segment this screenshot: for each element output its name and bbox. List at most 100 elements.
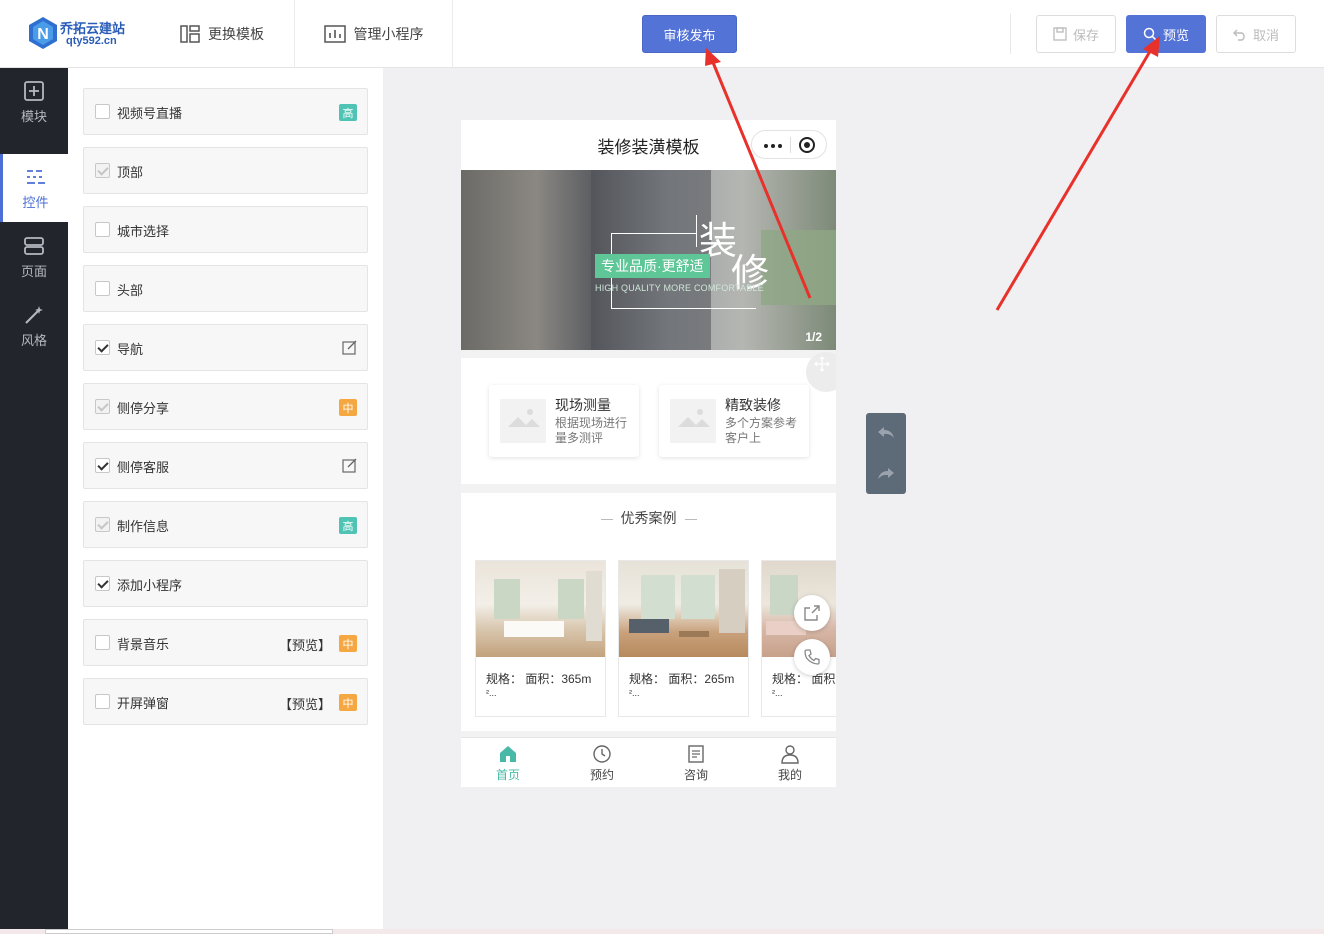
control-checkbox	[95, 399, 110, 414]
control-checkbox[interactable]	[95, 694, 110, 709]
preview-label: 预览	[1162, 27, 1189, 43]
cancel-label: 取消	[1252, 27, 1279, 43]
change-template-button[interactable]: 更换模板	[150, 0, 295, 68]
control-side-service[interactable]: 侧停客服	[83, 442, 368, 489]
level-badge-high: 高	[339, 517, 357, 534]
tab-mine[interactable]: 我的	[743, 738, 836, 787]
rail-label-pages: 页面	[20, 263, 47, 279]
control-city-select[interactable]: 城市选择	[83, 206, 368, 253]
control-checkbox	[95, 163, 110, 178]
share-float-button[interactable]	[794, 595, 830, 631]
control-checkbox[interactable]	[95, 576, 110, 591]
banner-subtitle: HIGH QUALITY MORE COMFORTABLE	[595, 283, 764, 293]
service-card[interactable]: 精致装修 多个方案参考客户上	[659, 385, 809, 457]
cases-section-title: 优秀案例	[461, 508, 836, 528]
control-checkbox[interactable]	[95, 104, 110, 119]
image-placeholder-icon	[500, 399, 546, 443]
preview-button[interactable]: 预览	[1126, 15, 1206, 53]
control-label: 城市选择	[117, 224, 170, 239]
preview-link[interactable]: 【预览】	[279, 694, 331, 713]
rail-item-style[interactable]: 风格	[0, 292, 68, 360]
rail-item-controls[interactable]: 控件	[0, 154, 68, 222]
control-label: 背景音乐	[117, 637, 170, 652]
section-divider	[461, 350, 836, 358]
bottom-scrollbar[interactable]	[0, 929, 1324, 934]
case-spec: 规格： 面积：265m	[629, 672, 735, 686]
more-icon[interactable]	[764, 144, 782, 148]
control-header[interactable]: 头部	[83, 265, 368, 312]
cancel-button[interactable]: 取消	[1216, 15, 1296, 53]
miniprogram-capsule[interactable]	[751, 130, 827, 159]
control-splash-popup[interactable]: 开屏弹窗 【预览】 中	[83, 678, 368, 725]
level-badge-high: 高	[339, 104, 357, 121]
tab-home[interactable]: 首页	[461, 738, 555, 787]
edit-icon[interactable]	[342, 340, 357, 355]
control-checkbox[interactable]	[95, 458, 110, 473]
rail-label-controls: 控件	[22, 194, 49, 210]
control-checkbox[interactable]	[95, 635, 110, 650]
document-icon	[688, 744, 704, 763]
tab-consult[interactable]: 咨询	[649, 738, 743, 787]
user-icon	[781, 744, 799, 764]
level-badge-mid: 中	[339, 635, 357, 652]
control-checkbox[interactable]	[95, 281, 110, 296]
redo-arrow-icon	[878, 468, 894, 479]
phone-icon	[804, 649, 820, 665]
move-handle-icon[interactable]	[806, 352, 836, 392]
phone-call-float-button[interactable]	[794, 639, 830, 675]
control-checkbox[interactable]	[95, 340, 110, 355]
tab-bar: 首页 预约 咨询 我的	[461, 737, 836, 787]
case-card[interactable]: 规格： 面积：365m ²...	[475, 560, 606, 717]
sliders-icon	[26, 169, 45, 184]
level-badge-mid: 中	[339, 694, 357, 711]
control-navigation[interactable]: 导航	[83, 324, 368, 371]
edit-icon[interactable]	[342, 458, 357, 473]
image-placeholder-icon	[670, 399, 716, 443]
level-badge-mid: 中	[339, 399, 357, 416]
rail-item-modules[interactable]: 模块	[0, 68, 68, 136]
control-top[interactable]: 顶部	[83, 147, 368, 194]
save-icon	[1053, 27, 1067, 41]
control-maker-info[interactable]: 制作信息 高	[83, 501, 368, 548]
service-card[interactable]: 现场测量 根据现场进行量多测评	[489, 385, 639, 457]
manage-miniprogram-button[interactable]: 管理小程序	[295, 0, 453, 68]
home-icon	[500, 745, 516, 762]
case-card[interactable]: 规格： 面积：265m ²...	[618, 560, 749, 717]
service-desc: 多个方案参考客户上	[725, 416, 798, 445]
case-card[interactable]: 规格： 面积 ²...	[761, 560, 836, 717]
page-layers-icon	[24, 236, 44, 255]
close-target-icon[interactable]	[799, 137, 815, 153]
svg-text:N: N	[37, 26, 49, 43]
control-label: 顶部	[117, 165, 144, 180]
toolbar-divider	[1010, 14, 1011, 54]
logo[interactable]: N 乔拓云建站 qty592.cn	[28, 16, 128, 52]
control-checkbox[interactable]	[95, 222, 110, 237]
tab-label: 预约	[589, 767, 614, 782]
publish-button[interactable]: 审核发布	[642, 15, 737, 53]
rail-label-modules: 模块	[20, 108, 47, 124]
control-side-share[interactable]: 侧停分享 中	[83, 383, 368, 430]
redo-button[interactable]	[866, 454, 906, 494]
tab-label: 我的	[777, 767, 802, 782]
tab-label: 首页	[495, 767, 520, 782]
undo-button[interactable]	[866, 413, 906, 453]
control-add-miniprogram[interactable]: 添加小程序	[83, 560, 368, 607]
control-checkbox	[95, 517, 110, 532]
control-video-live[interactable]: 视频号直播 高	[83, 88, 368, 135]
section-divider	[461, 484, 836, 493]
left-rail: 模块 控件 页面 风格	[0, 68, 68, 934]
save-label: 保存	[1072, 27, 1099, 43]
control-label: 开屏弹窗	[117, 696, 170, 711]
control-bg-music[interactable]: 背景音乐 【预览】 中	[83, 619, 368, 666]
top-toolbar: N 乔拓云建站 qty592.cn 更换模板 管理小程序 审核发布 保存 预览 …	[0, 0, 1324, 68]
controls-panel: 视频号直播 高 顶部 城市选择 头部 导航 侧停分享 中 侧停客服 制作信息 高…	[68, 68, 383, 934]
rail-item-pages[interactable]: 页面	[0, 223, 68, 291]
control-label: 导航	[117, 342, 144, 357]
save-button[interactable]: 保存	[1036, 15, 1116, 53]
preview-link[interactable]: 【预览】	[279, 635, 331, 654]
template-icon	[180, 25, 200, 43]
case-photo	[476, 561, 605, 657]
tab-booking[interactable]: 预约	[555, 738, 649, 787]
rail-label-style: 风格	[20, 332, 47, 348]
banner-carousel[interactable]: 装 修 专业品质·更舒适 HIGH QUALITY MORE COMFORTAB…	[461, 170, 836, 350]
